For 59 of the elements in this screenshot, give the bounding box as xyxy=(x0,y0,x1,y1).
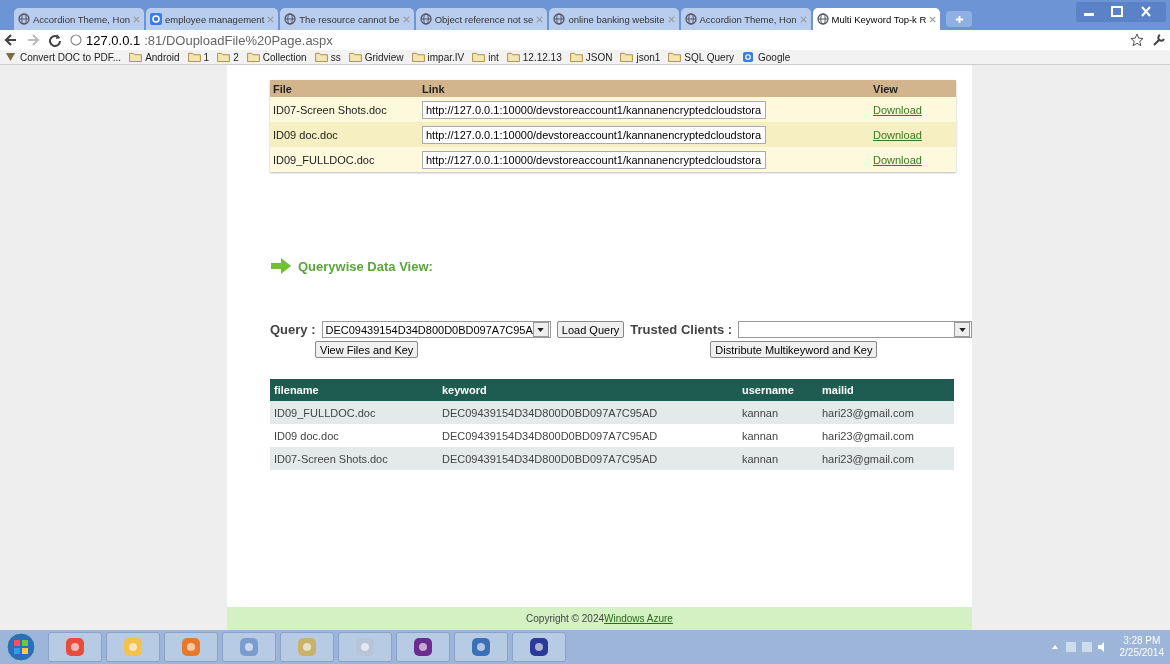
query-dropdown[interactable]: DEC09439154D34D800D0BD097A7C95A xyxy=(321,321,551,338)
bookmark[interactable]: Google xyxy=(742,51,791,63)
link-field[interactable]: http://127.0.0.1:10000/devstoreaccount1/kannanencryptedcloudstora xyxy=(422,125,766,144)
column-header: keyword xyxy=(438,379,738,401)
table-cell: hari23@gmail.com xyxy=(818,424,954,447)
column-header: Link xyxy=(419,80,870,97)
browser-tab[interactable]: employee management xyxy=(146,8,279,30)
footer-link[interactable]: Windows Azure xyxy=(604,613,673,624)
table-cell: kannan xyxy=(738,401,818,424)
address-bar[interactable]: 127.0.0.1 :81/DOuploadFile%20Page.aspx xyxy=(70,31,1122,49)
table-cell: ID07-Screen Shots.doc xyxy=(270,447,438,470)
copyright-text: Copyright © 2024 xyxy=(526,613,604,624)
bookmark[interactable]: int xyxy=(472,51,499,63)
bookmark[interactable]: 2 xyxy=(217,51,239,63)
table-cell: kannan xyxy=(738,424,818,447)
bookmark[interactable]: JSON xyxy=(569,51,613,63)
browser-tab[interactable]: Multi Keyword Top-k R xyxy=(812,8,941,30)
table-cell: ID07-Screen Shots.doc xyxy=(270,97,419,122)
section-title: Querywise Data View: xyxy=(298,258,433,274)
table-cell: hari23@gmail.com xyxy=(818,447,954,470)
table-cell: ID09_FULLDOC.doc xyxy=(270,401,438,424)
bookmark[interactable]: 12.12.13 xyxy=(506,51,562,63)
bookmark[interactable]: Convert DOC to PDF... xyxy=(4,51,122,63)
view-files-button[interactable]: View Files and Key xyxy=(315,341,419,358)
browser-tab[interactable]: Object reference not se xyxy=(415,8,548,30)
bookmark[interactable]: SQL Query xyxy=(668,51,734,63)
column-header: username xyxy=(738,379,818,401)
load-query-button[interactable]: Load Query xyxy=(556,321,625,338)
bookmark[interactable]: Collection xyxy=(246,51,307,63)
bookmark[interactable]: Android xyxy=(129,51,180,63)
link-field[interactable]: http://127.0.0.1:10000/devstoreaccount1/kannanencryptedcloudstora xyxy=(422,150,766,169)
table-cell: ID09_FULLDOC.doc xyxy=(270,147,419,172)
column-header: mailid xyxy=(818,379,954,401)
download-link[interactable]: Download xyxy=(873,128,922,141)
trusted-clients-label: Trusted Clients : xyxy=(630,322,733,337)
link-field[interactable]: http://127.0.0.1:10000/devstoreaccount1/kannanencryptedcloudstora xyxy=(422,100,766,119)
table-cell: ID09 doc.doc xyxy=(270,122,419,147)
bookmark[interactable]: json1 xyxy=(620,51,661,63)
table-cell: ID09 doc.doc xyxy=(270,424,438,447)
column-header: View xyxy=(870,80,956,97)
table-cell: DEC09439154D34D800D0BD097A7C95AD xyxy=(438,424,738,447)
bookmark[interactable]: impar.IV xyxy=(411,51,465,63)
table-cell: hari23@gmail.com xyxy=(818,401,954,424)
bookmark[interactable]: ss xyxy=(314,51,341,63)
distribute-button[interactable]: Distribute Multikeyword and Key xyxy=(710,341,878,358)
table-cell: DEC09439154D34D800D0BD097A7C95AD xyxy=(438,447,738,470)
column-header: filename xyxy=(270,379,438,401)
bookmark[interactable]: Gridview xyxy=(348,51,404,63)
browser-tab[interactable]: Accordion Theme, Hon xyxy=(14,8,144,30)
table-cell: DEC09439154D34D800D0BD097A7C95AD xyxy=(438,401,738,424)
bookmark[interactable]: 1 xyxy=(187,51,210,63)
browser-tab[interactable]: online banking website xyxy=(549,8,679,30)
query-label: Query : xyxy=(270,322,316,337)
browser-tab[interactable]: Accordion Theme, Hon xyxy=(680,8,811,30)
table-cell: kannan xyxy=(738,447,818,470)
column-header: File xyxy=(270,80,419,97)
browser-tab[interactable]: The resource cannot be xyxy=(280,8,414,30)
download-link[interactable]: Download xyxy=(873,153,922,166)
download-link[interactable]: Download xyxy=(873,103,922,116)
